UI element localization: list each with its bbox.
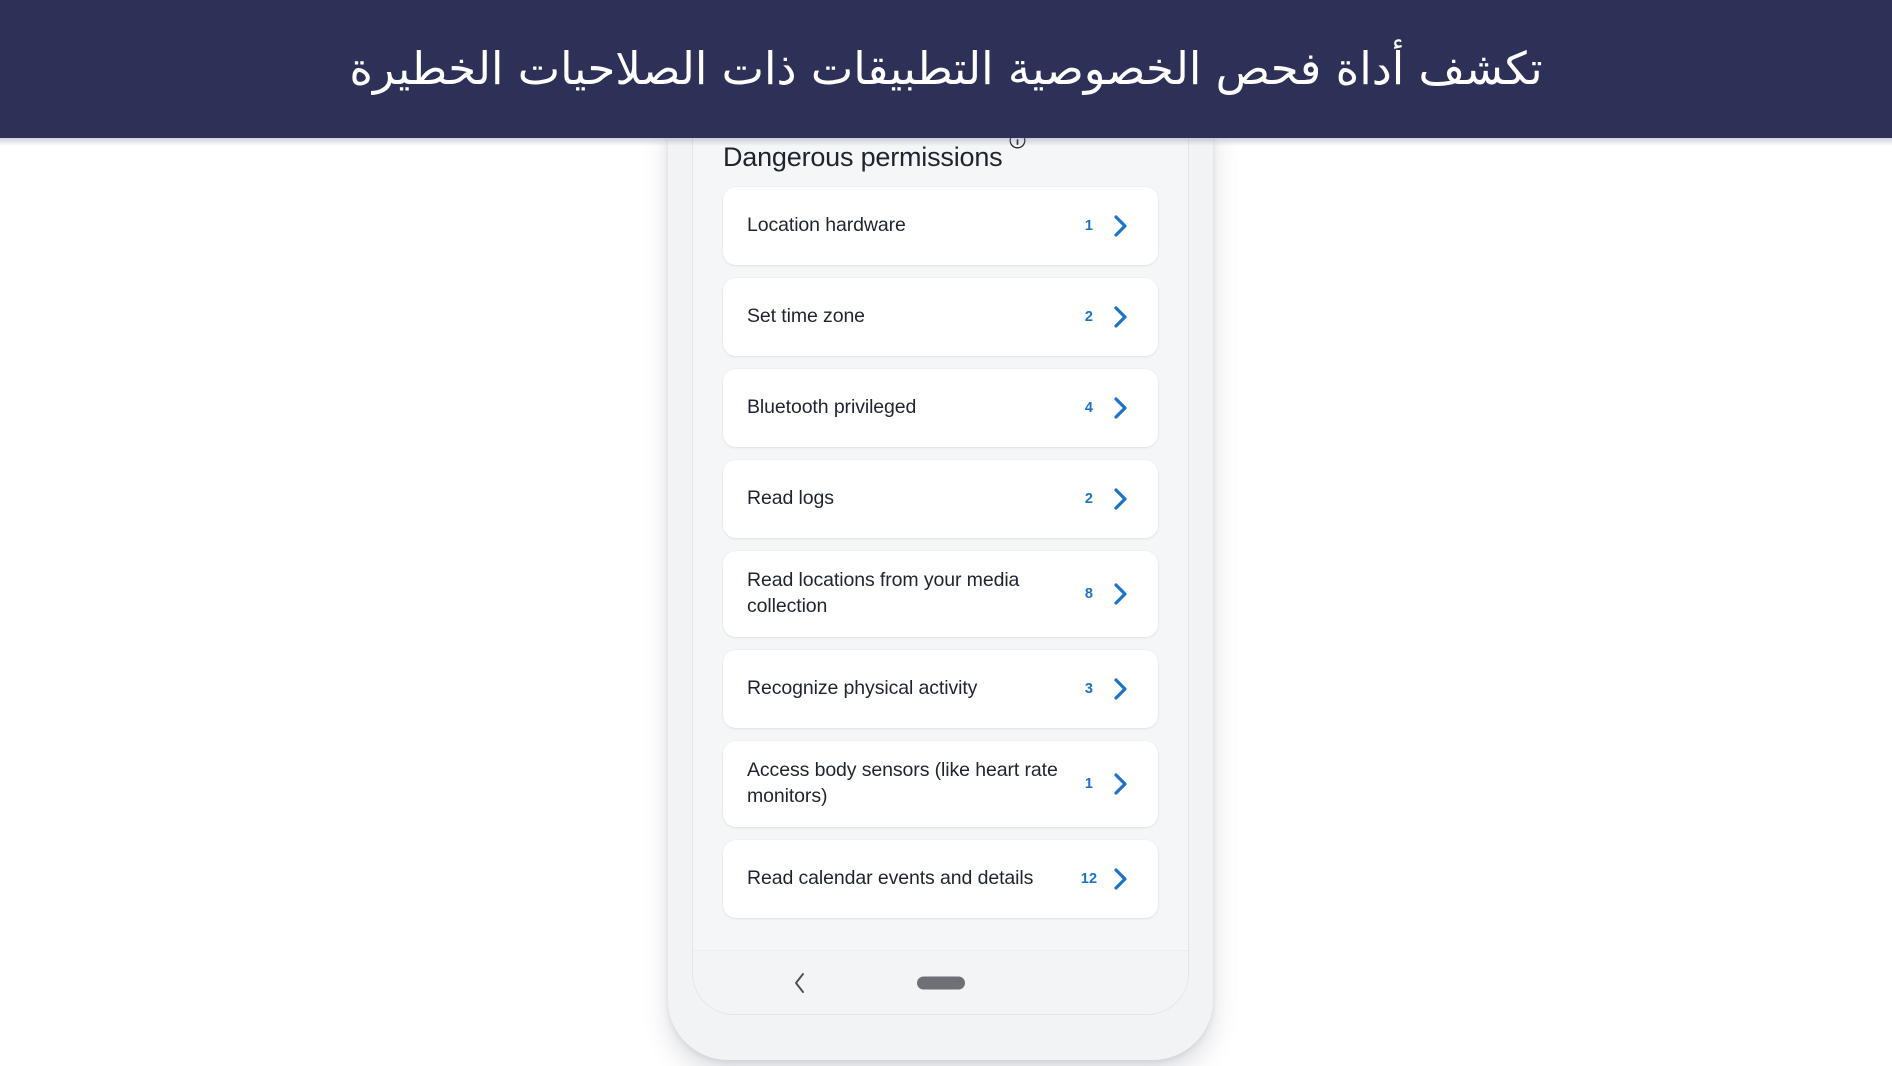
banner-content: تكشف أداة فحص الخصوصية التطبيقات ذات الص…: [0, 41, 1892, 97]
page-title: Dangerous permissions: [723, 142, 1003, 172]
chevron-right-icon[interactable]: [1106, 866, 1136, 892]
chevron-right-icon[interactable]: [1106, 304, 1136, 330]
chevron-right-icon[interactable]: [1106, 486, 1136, 512]
chevron-right-icon[interactable]: [1106, 213, 1136, 239]
permission-label: Location hardware: [747, 214, 906, 237]
permission-app-count: 12: [1080, 871, 1098, 888]
phone-bezel: Dangerous permissions Location hardware …: [692, 120, 1189, 1015]
permission-row-access-body-sensors[interactable]: Access body sensors (like heart rate mon…: [723, 741, 1158, 828]
permission-row-read-calendar-events[interactable]: Read calendar events and details 12: [723, 840, 1158, 919]
permission-label: Read calendar events and details: [747, 867, 1034, 890]
permission-app-count: 8: [1084, 586, 1094, 603]
chevron-right-icon[interactable]: [1106, 771, 1136, 797]
chevron-left-icon[interactable]: [787, 970, 813, 996]
chevron-right-icon[interactable]: [1106, 581, 1136, 607]
permission-app-count: 3: [1084, 681, 1094, 698]
permission-label: Recognize physical activity: [747, 677, 978, 700]
phone-screen: Dangerous permissions Location hardware …: [693, 120, 1188, 950]
permission-app-count: 2: [1084, 309, 1094, 326]
permission-app-count: 4: [1084, 400, 1094, 417]
permission-label: Access body sensors (like heart rate mon…: [747, 759, 1058, 808]
permission-label: Read logs: [747, 487, 834, 510]
chevron-right-icon[interactable]: [1106, 395, 1136, 421]
banner-title: تكشف أداة فحص الخصوصية التطبيقات ذات الص…: [349, 41, 1543, 95]
permission-label: Set time zone: [747, 305, 865, 328]
permission-app-count: 1: [1084, 218, 1094, 235]
system-navigation-bar: [693, 950, 1188, 1014]
phone-device: Dangerous permissions Location hardware …: [668, 120, 1213, 1060]
dangerous-permissions-list: Location hardware 1 Set time zone 2 Blue…: [693, 187, 1188, 919]
announcement-banner: تكشف أداة فحص الخصوصية التطبيقات ذات الص…: [0, 0, 1892, 138]
permission-app-count: 2: [1084, 491, 1094, 508]
permission-label: Read locations from your media collectio…: [747, 569, 1020, 618]
permission-row-location-hardware[interactable]: Location hardware 1: [723, 187, 1158, 266]
permission-label: Bluetooth privileged: [747, 396, 917, 419]
chevron-right-icon[interactable]: [1106, 676, 1136, 702]
permission-row-read-media-locations[interactable]: Read locations from your media collectio…: [723, 551, 1158, 638]
permission-row-set-time-zone[interactable]: Set time zone 2: [723, 278, 1158, 357]
home-pill-indicator[interactable]: [916, 976, 965, 989]
permission-row-read-logs[interactable]: Read logs 2: [723, 460, 1158, 539]
permission-app-count: 1: [1084, 776, 1094, 793]
permission-row-recognize-physical-activity[interactable]: Recognize physical activity 3: [723, 650, 1158, 729]
permission-row-bluetooth-privileged[interactable]: Bluetooth privileged 4: [723, 369, 1158, 448]
